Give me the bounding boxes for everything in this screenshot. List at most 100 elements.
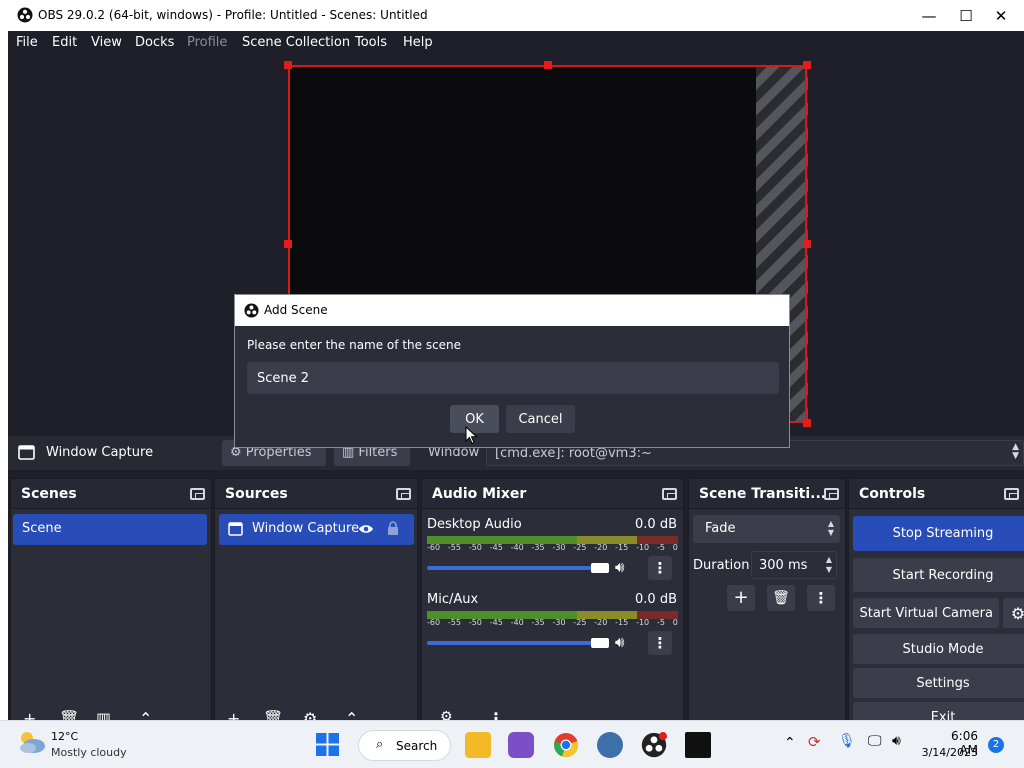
source-name: Window Capture [252,521,360,536]
scene-filters-icon[interactable]: ▥ [96,709,111,720]
mixer-menu-icon[interactable]: ⋮ [488,709,504,720]
menu-file[interactable]: File [16,35,38,50]
window-capture-icon [228,522,243,536]
windows-taskbar: 12°C Mostly cloudy ⌕ Search ⌃ ⟳ 🎙︎ 🖵︎ 🔊︎… [0,720,1024,768]
terminal-icon[interactable] [685,732,711,758]
chrome-icon[interactable] [553,732,579,758]
resize-handle[interactable] [803,61,811,69]
sync-icon[interactable]: ⟳ [808,733,821,751]
volume-slider[interactable] [427,566,609,570]
channel-level: 0.0 dB [635,517,677,532]
updown-icon: ▲ ▼ [825,555,832,574]
stop-streaming-button[interactable]: Stop Streaming [853,516,1024,551]
scene-name-input[interactable] [247,362,779,394]
resize-handle[interactable] [284,240,292,248]
obs-taskbar-icon[interactable] [641,732,667,758]
move-scene-down-icon[interactable]: ⌄ [175,709,188,720]
transition-select[interactable]: Fade ▲ ▼ [693,515,840,543]
scene-name: Scene [22,521,62,536]
menu-view[interactable]: View [91,35,122,50]
chevron-up-icon[interactable]: ⌃ [784,735,796,751]
undock-icon[interactable] [824,488,839,500]
clock-date[interactable]: 3/14/2023 [920,746,978,759]
sources-dock-header: Sources [215,479,417,509]
add-transition-icon[interactable]: + [727,585,755,611]
menu-docks[interactable]: Docks [135,35,174,50]
scenes-dock-header: Scenes [11,479,211,509]
controls-dock: Controls Stop Streaming Start Recording … [848,478,1024,720]
duration-value: 300 ms [759,558,808,573]
menu-tools[interactable]: Tools [355,35,387,50]
undock-icon[interactable] [1004,488,1019,500]
remove-transition-icon[interactable]: 🗑 [767,585,795,611]
add-scene-icon[interactable]: + [23,709,36,720]
settings-button[interactable]: Settings [853,668,1024,698]
file-explorer-icon[interactable] [465,732,491,758]
transition-menu-icon[interactable]: ⋮ [807,585,835,611]
move-source-down-icon[interactable]: ⌄ [381,709,394,720]
resize-handle[interactable] [284,61,292,69]
virtual-camera-settings-icon[interactable]: ⚙ [1003,598,1024,628]
window-capture-icon [18,445,35,460]
dialog-prompt: Please enter the name of the scene [247,338,462,352]
channel-name: Mic/Aux [427,592,479,607]
audio-mixer-header: Audio Mixer [422,479,683,509]
duration-spinbox[interactable]: 300 ms ▲ ▼ [751,551,837,579]
controls-title: Controls [859,486,926,502]
scene-transitions-dock: Scene Transiti... Fade ▲ ▼ Duration 300 m… [688,478,846,720]
microphone-icon[interactable]: 🎙︎ [838,733,856,749]
remove-source-icon[interactable]: 🗑 [263,709,283,720]
close-button[interactable]: ✕ [978,0,1024,31]
start-virtual-camera-label: Start Virtual Camera [859,605,993,621]
menu-scene-collection[interactable]: Scene Collection [242,35,350,50]
source-properties-icon[interactable]: ⚙ [303,709,317,720]
audio-mixer-title: Audio Mixer [432,486,527,502]
volume-slider-knob[interactable] [591,563,609,573]
search-icon: ⌕ [376,737,384,752]
settings-app-icon[interactable] [597,732,623,758]
undock-icon[interactable] [662,488,677,500]
studio-mode-button[interactable]: Studio Mode [853,634,1024,664]
visual-studio-icon[interactable] [508,732,534,758]
move-source-up-icon[interactable]: ⌃ [345,709,358,720]
menu-profile[interactable]: Profile [187,35,227,50]
speaker-icon[interactable]: 🔊︎ [615,558,624,576]
start-recording-button[interactable]: Start Recording [853,558,1024,592]
remove-scene-icon[interactable]: 🗑 [59,709,79,720]
menu-help[interactable]: Help [403,35,433,50]
volume-slider[interactable] [427,641,609,645]
source-list-item[interactable]: Window Capture [219,514,414,545]
exit-button[interactable]: Exit [853,702,1024,720]
move-scene-up-icon[interactable]: ⌃ [139,709,152,720]
taskbar-search[interactable]: ⌕ Search [358,730,451,761]
undock-icon[interactable] [396,488,411,500]
resize-handle[interactable] [544,61,552,69]
transitions-header: Scene Transiti... [689,479,845,509]
lock-icon[interactable] [387,521,399,536]
volume-icon[interactable]: 🔊︎ [892,733,901,749]
cancel-button[interactable]: Cancel [506,405,575,433]
advanced-audio-icon[interactable]: ⚙ [440,709,453,720]
scene-list-item[interactable]: Scene [13,514,207,545]
channel-menu-icon[interactable]: ⋮ [648,556,672,580]
channel-menu-icon[interactable]: ⋮ [648,631,672,655]
menu-edit[interactable]: Edit [52,35,77,50]
volume-slider-knob[interactable] [591,638,609,648]
sources-title: Sources [225,486,288,502]
network-icon[interactable]: 🖵︎ [868,733,882,749]
mouse-cursor-icon [465,426,478,445]
scenes-dock: Scenes Scene + 🗑 ▥ ⌃ ⌄ [10,478,212,720]
add-source-icon[interactable]: + [227,709,240,720]
dialog-title: Add Scene [264,303,328,317]
meter-scale: -60 -55 -50 -45 -40 -35 -30 -25 -20 -15 -10 -5 0 [427,618,678,627]
start-virtual-camera-button[interactable]: Start Virtual Camera [853,598,999,628]
resize-handle[interactable] [803,419,811,427]
eye-icon[interactable] [358,523,374,535]
windows-start-icon[interactable] [316,733,339,756]
channel-name: Desktop Audio [427,517,522,532]
weather-cloudy-icon[interactable] [16,729,46,755]
undock-icon[interactable] [190,488,205,500]
resize-handle[interactable] [803,240,811,248]
notification-badge[interactable]: 2 [988,737,1004,753]
speaker-icon[interactable]: 🔊︎ [615,633,624,651]
